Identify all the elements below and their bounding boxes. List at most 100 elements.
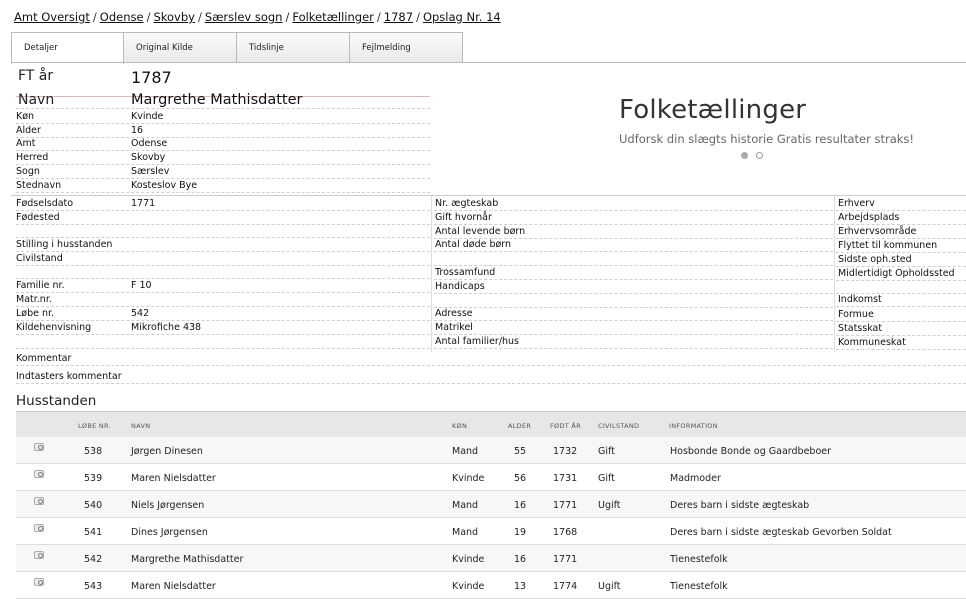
cell-kon: Kvinde xyxy=(452,473,485,484)
table-row[interactable]: 539 Maren Nielsdatter Kvinde 56 1731 Gift Madm… xyxy=(16,464,966,491)
cell-information: Tienestefolk xyxy=(670,554,728,565)
cell-fodt-ar: 1771 xyxy=(553,500,578,511)
field-value: Særslev xyxy=(131,166,170,177)
carousel-dot[interactable] xyxy=(756,152,763,159)
detail-row: Formue xyxy=(836,308,966,322)
breadcrumb-link[interactable]: Opslag Nr. 14 xyxy=(423,10,501,24)
detail-row: Trossamfund xyxy=(434,266,833,280)
cell-alder: 56 xyxy=(514,473,527,484)
magnify-icon[interactable] xyxy=(34,524,44,532)
cell-navn: Maren Nielsdatter xyxy=(131,581,216,592)
detail-row: Erhvervsområde xyxy=(836,225,966,239)
detail-label: Sidste oph.sted xyxy=(838,254,912,265)
detail-row: Erhverv xyxy=(836,197,966,211)
ft-year-label: FT år xyxy=(18,68,54,84)
detail-row: Indkomst xyxy=(836,293,966,307)
cell-fodt-ar: 1771 xyxy=(553,554,578,565)
tab-bar: Detaljer Original Kilde Tidslinje Fejlme… xyxy=(11,32,463,64)
detail-label: Statsskat xyxy=(838,323,883,334)
kommentar-row: Kommentar xyxy=(16,352,966,366)
detail-value: F 10 xyxy=(131,280,152,291)
cell-navn: Maren Nielsdatter xyxy=(131,473,216,484)
cell-lobe-nr: 543 xyxy=(84,581,103,592)
detail-row: Antal familier/hus xyxy=(434,335,833,349)
kommentar-label: Kommentar xyxy=(16,353,72,364)
magnify-icon[interactable] xyxy=(34,551,44,559)
detail-row: Løbe nr. 542 xyxy=(16,307,430,321)
field-row: Køn Kvinde xyxy=(16,110,430,124)
detail-label: Kildehenvisning xyxy=(16,322,92,333)
breadcrumb-separator: / xyxy=(376,10,381,24)
tab-detaljer[interactable]: Detaljer xyxy=(11,32,124,64)
field-label: Sogn xyxy=(16,166,40,177)
cell-kon: Mand xyxy=(452,527,479,538)
field-label: Herred xyxy=(16,152,49,163)
breadcrumb-link[interactable]: 1787 xyxy=(384,10,413,24)
magnify-icon[interactable] xyxy=(34,443,44,451)
breadcrumb-link[interactable]: Odense xyxy=(100,10,144,24)
th-navn[interactable]: NAVN xyxy=(131,422,150,430)
detail-value: 1771 xyxy=(131,198,156,209)
detail-label: Arbejdsplads xyxy=(838,212,900,223)
th-kon[interactable]: KØN xyxy=(452,422,467,430)
detail-row: Nr. ægteskab xyxy=(434,197,833,211)
th-lobe-nr[interactable]: LØBE NR. xyxy=(78,422,111,430)
detail-row: Flyttet til kommunen xyxy=(836,239,966,253)
cell-fodt-ar: 1731 xyxy=(553,473,578,484)
breadcrumb-link[interactable]: Skovby xyxy=(153,10,195,24)
ad-title[interactable]: Folketællinger xyxy=(619,95,806,125)
magnify-icon[interactable] xyxy=(34,578,44,586)
th-civilstand[interactable]: CIVILSTAND xyxy=(598,422,639,430)
detail-row: Midlertidigt Opholdssted xyxy=(836,267,966,281)
empty-row xyxy=(434,294,833,308)
cell-navn: Margrethe Mathisdatter xyxy=(131,554,244,565)
detail-label: Handicaps xyxy=(435,281,485,292)
table-row[interactable]: 540 Niels Jørgensen Mand 16 1771 Ugift Deres b… xyxy=(16,491,966,518)
tab-original-kilde[interactable]: Original Kilde xyxy=(123,32,237,63)
tab-tidslinje[interactable]: Tidslinje xyxy=(236,32,350,63)
table-row[interactable]: 538 Jørgen Dinesen Mand 55 1732 Gift Hosbonde … xyxy=(16,437,966,464)
cell-civilstand: Ugift xyxy=(598,581,621,592)
th-alder[interactable]: ALDER xyxy=(508,422,531,430)
detail-label: Civilstand xyxy=(16,253,63,264)
empty-row xyxy=(16,335,430,349)
table-row[interactable]: 543 Maren Nielsdatter Kvinde 13 1774 Ugift Tie… xyxy=(16,572,966,599)
cell-navn: Jørgen Dinesen xyxy=(131,446,203,457)
th-fodt-ar[interactable]: FØDT ÅR xyxy=(550,422,581,430)
household-title: Husstanden xyxy=(16,393,97,409)
magnify-icon[interactable] xyxy=(34,470,44,478)
cell-lobe-nr: 542 xyxy=(84,554,103,565)
detail-label: Midlertidigt Opholdssted xyxy=(838,268,955,279)
empty-row xyxy=(16,265,430,279)
tab-fejlmelding[interactable]: Fejlmelding xyxy=(349,32,463,63)
magnify-icon[interactable] xyxy=(34,497,44,505)
detail-label: Fødested xyxy=(16,212,60,223)
cell-fodt-ar: 1732 xyxy=(553,446,578,457)
detail-row: Fødested xyxy=(16,211,430,225)
table-row[interactable]: 541 Dines Jørgensen Mand 19 1768 Deres barn i… xyxy=(16,518,966,545)
empty-row xyxy=(836,280,966,294)
field-label: Stednavn xyxy=(16,180,62,191)
breadcrumb-link[interactable]: Amt Oversigt xyxy=(14,10,90,24)
column-divider-1 xyxy=(431,196,432,352)
table-row[interactable]: 542 Margrethe Mathisdatter Kvinde 16 1771 Tie… xyxy=(16,545,966,572)
detail-label: Erhvervsområde xyxy=(838,226,917,237)
cell-kon: Mand xyxy=(452,500,479,511)
detail-row: Familie nr. F 10 xyxy=(16,279,430,293)
detail-label: Antal døde børn xyxy=(435,239,512,250)
breadcrumb-separator: / xyxy=(285,10,290,24)
indtaster-kommentar-row: Indtasters kommentar xyxy=(16,370,966,384)
cell-lobe-nr: 539 xyxy=(84,473,103,484)
detail-label: Kommuneskat xyxy=(838,337,906,348)
cell-navn: Dines Jørgensen xyxy=(131,527,208,538)
breadcrumb-link[interactable]: Særslev sogn xyxy=(205,10,283,24)
field-label: Alder xyxy=(16,125,41,136)
carousel-dot-active[interactable] xyxy=(741,152,748,159)
detail-row: Civilstand xyxy=(16,252,430,266)
detail-row: Arbejdsplads xyxy=(836,211,966,225)
cell-information: Deres barn i sidste ægteskab xyxy=(670,500,810,511)
field-row: Herred Skovby xyxy=(16,151,430,165)
th-information[interactable]: INFORMATION xyxy=(669,422,718,430)
cell-alder: 16 xyxy=(514,500,527,511)
breadcrumb-link[interactable]: Folketællinger xyxy=(292,10,374,24)
